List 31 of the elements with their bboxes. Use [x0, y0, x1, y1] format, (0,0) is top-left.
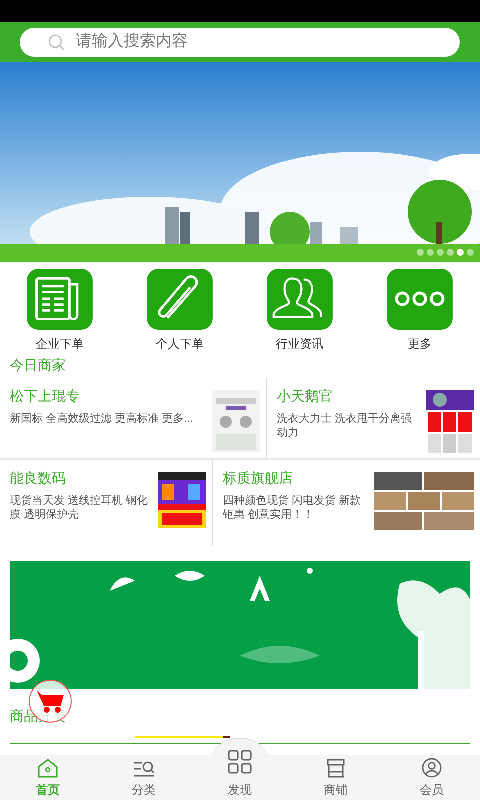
- newspaper-icon: [26, 269, 94, 330]
- merchant-description: 四种颜色现货 闪电发货 新款钜惠 创意实用！！: [223, 494, 362, 522]
- list-search-icon: [133, 760, 155, 778]
- nav-tab[interactable]: 分类: [96, 755, 192, 800]
- search-icon: [48, 34, 66, 52]
- people-icon: [266, 269, 334, 330]
- merchant-name: 松下上琨专: [10, 387, 81, 406]
- paperclip-icon: [146, 269, 214, 330]
- nav-tab[interactable]: 商铺: [288, 755, 384, 800]
- user-icon: [422, 758, 442, 778]
- home-icon: [37, 758, 59, 778]
- search-field[interactable]: 请输入搜索内容: [20, 28, 460, 56]
- merchant-description: 现货当天发 送线控耳机 钢化膜 透明保护壳: [10, 494, 150, 522]
- merchant-card[interactable]: 标质旗舰店 四种颜色现货 闪电发货 新款钜惠 创意实用！！: [213, 460, 480, 546]
- merchant-description: 洗衣大力士 洗衣甩干分离强动力: [277, 412, 414, 440]
- merchant-name: 标质旗舰店: [223, 469, 294, 488]
- merchant-name: 小天鹅官: [277, 387, 334, 406]
- shortcut-button[interactable]: 行业资讯: [260, 269, 340, 353]
- nav-tab[interactable]: 会员: [384, 755, 480, 800]
- merchant-card[interactable]: 松下上琨专 新国标 全高效级过滤 更高标准 更多...: [0, 378, 267, 458]
- more-icon: [386, 269, 454, 330]
- merchant-card[interactable]: 能良数码 现货当天发 送线控耳机 钢化膜 透明保护壳: [0, 460, 213, 546]
- shortcut-button[interactable]: 更多: [380, 269, 460, 353]
- shortcut-button[interactable]: 企业下单: [20, 269, 100, 353]
- merchant-name: 能良数码: [10, 469, 67, 488]
- section-title: 今日商家: [9, 356, 67, 375]
- merchant-description: 新国标 全高效级过滤 更高标准 更多...: [10, 412, 194, 426]
- shop-icon: [326, 758, 346, 778]
- shortcut-button[interactable]: 个人下单: [140, 269, 220, 353]
- grid-icon: [228, 750, 252, 774]
- merchant-card[interactable]: 小天鹅官 洗衣大力士 洗衣甩干分离强动力: [267, 378, 480, 458]
